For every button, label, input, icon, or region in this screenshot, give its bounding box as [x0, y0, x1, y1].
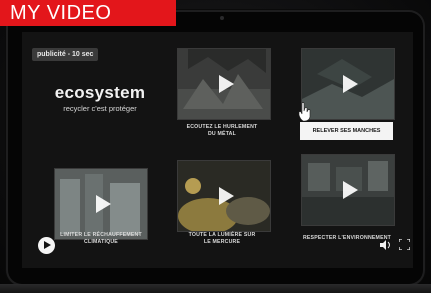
video-tile-environment[interactable] — [301, 154, 395, 226]
brand-name: ecosystem — [54, 83, 146, 102]
ecosystem-logo: ecosystem recycler c'est protéger — [52, 83, 148, 114]
tile-caption-highlighted[interactable]: RELEVER SES MANCHES — [300, 122, 393, 140]
hand-cursor-icon — [298, 102, 311, 122]
caption-text: RELEVER SES MANCHES — [312, 128, 381, 134]
webcam-icon — [220, 16, 224, 20]
play-icon[interactable] — [343, 75, 358, 93]
video-tile-sleeves[interactable] — [301, 48, 395, 120]
video-player-screen[interactable]: publicité - 10 sec ecosystem recycler c'… — [22, 32, 413, 268]
video-tile-metal[interactable] — [177, 48, 271, 120]
caption-text: LIMITER LE RÉCHAUFFEMENT CLIMATIQUE — [60, 232, 142, 245]
play-icon[interactable] — [219, 187, 234, 205]
video-tile-mercury[interactable] — [177, 160, 271, 232]
ad-label: publicité - 10 sec — [37, 51, 94, 58]
caption-text: ECOUTEZ LE HURLEMENT DU MÉTAL — [186, 124, 258, 137]
my-video-badge: MY VIDEO — [0, 0, 176, 26]
caption-text: TOUTE LA LUMIÈRE SUR LE MERCURE — [188, 232, 256, 245]
badge-label: MY VIDEO — [10, 1, 112, 24]
tile-caption: TOUTE LA LUMIÈRE SUR LE MERCURE — [167, 232, 277, 246]
play-icon[interactable] — [96, 195, 111, 213]
volume-icon[interactable] — [380, 240, 392, 250]
brand-tagline: recycler c'est protéger — [63, 104, 137, 113]
play-icon[interactable] — [343, 181, 358, 199]
ad-duration-chip: publicité - 10 sec — [32, 48, 99, 61]
video-tile-climate[interactable] — [54, 168, 148, 240]
caption-text: RESPECTER L'ENVIRONNEMENT — [302, 235, 392, 241]
tile-caption: LIMITER LE RÉCHAUFFEMENT CLIMATIQUE — [46, 232, 156, 246]
player-play-button[interactable] — [38, 237, 55, 254]
tile-caption: ECOUTEZ LE HURLEMENT DU MÉTAL — [167, 124, 277, 138]
fullscreen-icon[interactable] — [399, 239, 410, 250]
laptop-base — [0, 284, 431, 293]
play-icon[interactable] — [219, 75, 234, 93]
